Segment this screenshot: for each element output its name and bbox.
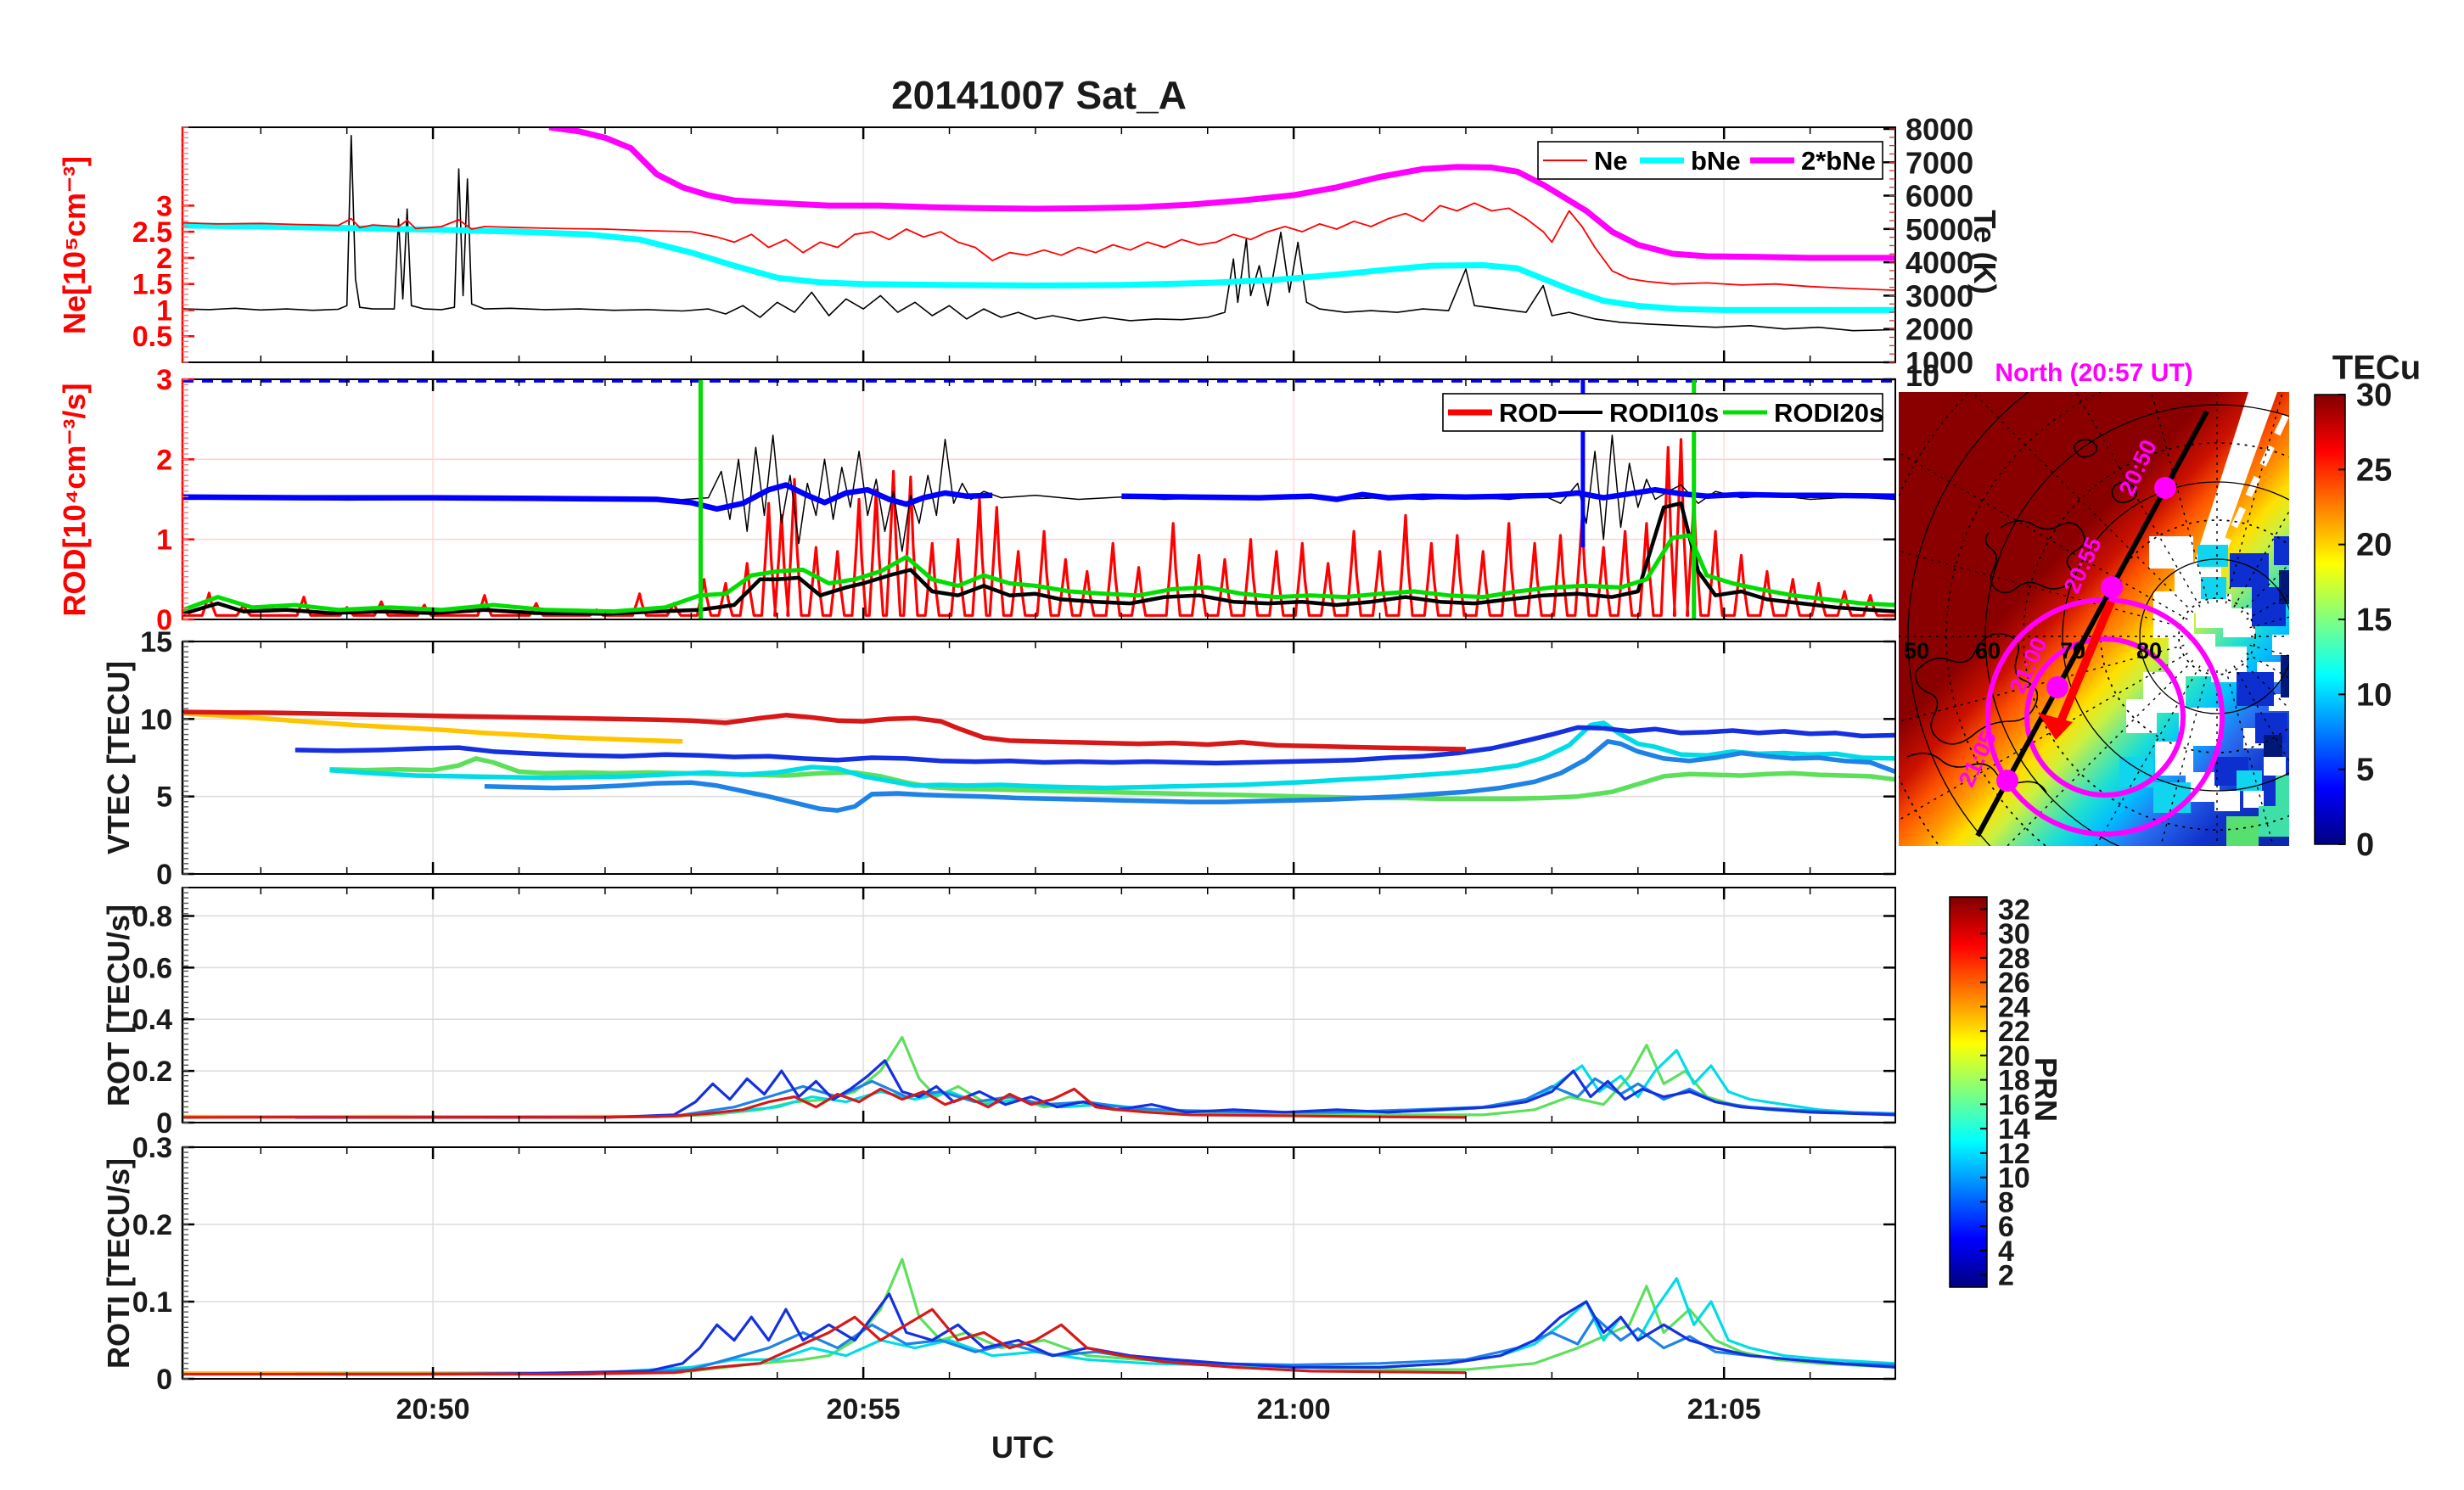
svg-text:4000: 4000: [1906, 245, 1973, 280]
xlabel-utc: UTC: [991, 1430, 1054, 1465]
svg-text:3: 3: [156, 364, 172, 396]
svg-text:bNe: bNe: [1691, 146, 1741, 176]
svg-text:15: 15: [140, 626, 172, 658]
svg-text:2000: 2000: [1906, 312, 1973, 347]
legend-ne_te: Ne bNe 2*bNe: [1537, 141, 1883, 180]
ylabel-rot: ROT [TECU/s]: [101, 905, 136, 1106]
panel-vtec: 0 5 10 15: [140, 626, 1896, 891]
svg-text:ROD: ROD: [1499, 398, 1558, 428]
series-PRN16: [329, 1258, 1895, 1376]
legend-rod: ROD RODI10s RODI20s: [1442, 393, 1883, 432]
panel-rod: 0123ROD RODI10s RODI20s: [156, 364, 1896, 636]
prn-colorbar-label: PRN: [2029, 1056, 2063, 1123]
svg-text:21:05: 21:05: [1687, 1393, 1761, 1426]
series-PRN27: [182, 709, 1467, 752]
svg-text:0.4: 0.4: [132, 1004, 172, 1036]
svg-text:3: 3: [156, 190, 172, 222]
tecu-colorbar: 302520151050: [2314, 378, 2392, 863]
svg-text:10: 10: [140, 703, 172, 736]
svg-text:8000: 8000: [1906, 112, 1973, 147]
svg-text:10: 10: [1906, 358, 1939, 393]
prn-colorbar: 3230282624222018161412108642: [1949, 893, 2030, 1292]
svg-text:0.2: 0.2: [132, 1209, 172, 1241]
series-group-vtec: [182, 709, 1895, 813]
svg-text:RODI10s: RODI10s: [1609, 398, 1719, 428]
figure-root: 0.5 1 1.5 2 2.5 3 1000 2000 3000 4000 5000 6000 7000…: [0, 0, 2464, 1490]
svg-text:70: 70: [2060, 638, 2085, 664]
svg-text:6000: 6000: [1906, 179, 1973, 214]
svg-text:20:50: 20:50: [396, 1393, 470, 1426]
figure-title: 20141007 Sat_A: [891, 73, 1187, 117]
svg-text:2*bNe: 2*bNe: [1801, 146, 1876, 176]
svg-text:21:00: 21:00: [1257, 1393, 1331, 1426]
svg-text:0.8: 0.8: [132, 900, 172, 933]
svg-text:80: 80: [2136, 638, 2162, 664]
ylabel-vtec: VTEC [TECU]: [101, 661, 136, 854]
svg-text:20:55: 20:55: [827, 1393, 901, 1426]
svg-text:0.2: 0.2: [132, 1056, 172, 1088]
svg-text:0: 0: [2356, 827, 2374, 863]
series-group-rot: [182, 1035, 1895, 1119]
svg-text:1: 1: [156, 524, 172, 557]
svg-text:0.3: 0.3: [132, 1132, 172, 1164]
panel-rot: 00.20.40.60.8: [132, 887, 1896, 1140]
svg-text:5: 5: [156, 781, 172, 814]
svg-text:2: 2: [156, 444, 172, 476]
series-RODI_mean_a: [182, 482, 993, 513]
svg-text:50: 50: [1904, 638, 1929, 664]
svg-text:0.6: 0.6: [132, 952, 172, 984]
figure-canvas: 0.511.522.531000200030004000500060007000…: [132, 112, 2393, 1426]
svg-text:3000: 3000: [1906, 278, 1973, 313]
map-title: North (20:57 UT): [1995, 359, 2193, 387]
panel-ne_te: 0.511.522.531000200030004000500060007000…: [132, 112, 1973, 393]
svg-text:5000: 5000: [1906, 212, 1973, 247]
svg-text:0.1: 0.1: [132, 1286, 172, 1319]
svg-text:15: 15: [2356, 602, 2392, 638]
svg-text:20: 20: [2356, 528, 2392, 563]
svg-text:7000: 7000: [1906, 145, 1973, 180]
svg-text:0: 0: [156, 859, 172, 891]
svg-text:10: 10: [2356, 677, 2392, 713]
ylabel-ne: Ne[10⁵cm⁻³]: [57, 156, 92, 334]
series-RODI_mean_b: [1121, 486, 1895, 502]
svg-text:0: 0: [156, 1364, 172, 1396]
svg-text:25: 25: [2356, 452, 2392, 488]
svg-text:60: 60: [1975, 638, 2001, 664]
ylabel-roti: ROTI [TECU/s]: [101, 1158, 136, 1369]
panel-roti: 20:50 20:55 21:00 21:05 0 0.1 0.2 0.3: [132, 1132, 1896, 1426]
ylabel-rod: ROD[10⁴cm⁻³/s]: [57, 383, 92, 617]
series-group-roti: [183, 1258, 1895, 1376]
tecu-colorbar-title: TECu: [2332, 349, 2422, 387]
svg-text:Ne: Ne: [1594, 146, 1628, 176]
svg-text:2: 2: [1998, 1260, 2014, 1292]
ylabel-te: Te (K): [1967, 210, 2002, 294]
svg-text:RODI20s: RODI20s: [1774, 398, 1883, 428]
series-bNe: [182, 222, 1895, 313]
svg-text:5: 5: [2356, 753, 2374, 788]
